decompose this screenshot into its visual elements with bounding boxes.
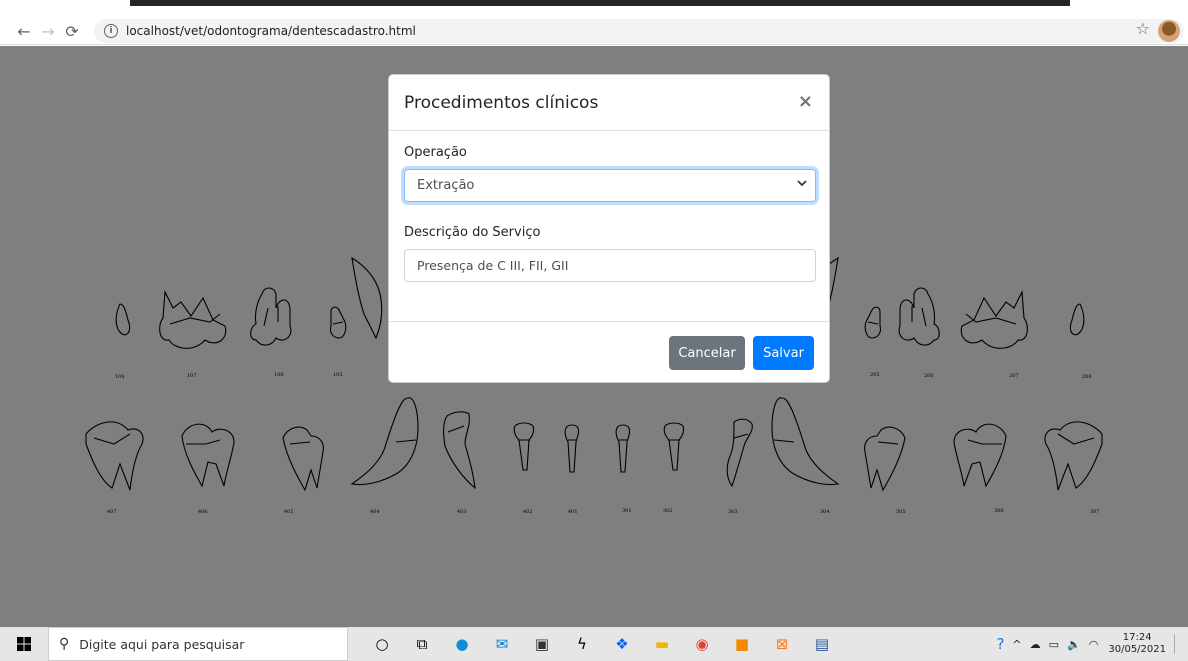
onedrive-icon[interactable]: ☁: [1030, 638, 1041, 651]
modal-footer: Cancelar Salvar: [389, 322, 829, 384]
cancel-button[interactable]: Cancelar: [669, 336, 745, 370]
xampp-icon[interactable]: ⊠: [762, 627, 802, 661]
descricao-value: Presença de C III, FII, GII: [417, 258, 569, 273]
close-icon[interactable]: ×: [798, 91, 813, 112]
cortana-icon[interactable]: ○: [362, 627, 402, 661]
help-icon[interactable]: ?: [996, 635, 1004, 653]
clock[interactable]: 17:24 30/05/2021: [1108, 632, 1166, 656]
save-button[interactable]: Salvar: [753, 336, 814, 370]
operacao-select[interactable]: Extração: [404, 169, 816, 202]
chrome-icon[interactable]: ◉: [682, 627, 722, 661]
chevron-down-icon: [797, 178, 807, 191]
file-explorer-icon[interactable]: ▬: [642, 627, 682, 661]
bookmark-star-icon[interactable]: ☆: [1136, 19, 1150, 38]
modal-header: Procedimentos clínicos ×: [389, 75, 829, 131]
notifications-icon[interactable]: [1174, 634, 1186, 654]
windows-start-icon[interactable]: [0, 637, 48, 651]
word-icon[interactable]: ▤: [802, 627, 842, 661]
chevron-up-icon[interactable]: ^: [1012, 638, 1021, 651]
app-orange-icon[interactable]: ■: [722, 627, 762, 661]
descricao-input[interactable]: Presença de C III, FII, GII: [404, 249, 816, 282]
volume-icon[interactable]: 🔈: [1067, 638, 1081, 651]
edge-icon[interactable]: ●: [442, 627, 482, 661]
taskbar-search[interactable]: ⚲ Digite aqui para pesquisar: [48, 627, 348, 661]
task-view-icon[interactable]: ⧉: [402, 627, 442, 661]
back-arrow-icon[interactable]: ←: [12, 19, 36, 43]
info-icon[interactable]: i: [104, 24, 118, 38]
operacao-selected-value: Extração: [417, 178, 475, 193]
mail-icon[interactable]: ✉: [482, 627, 522, 661]
url-text: localhost/vet/odontograma/dentescadastro…: [126, 24, 416, 38]
operacao-label: Operação: [404, 145, 467, 160]
reload-icon[interactable]: ⟳: [60, 19, 84, 43]
profile-avatar[interactable]: [1158, 20, 1180, 42]
cropped-slide-title: [0, 0, 1188, 18]
wifi-icon[interactable]: ◠: [1089, 638, 1099, 651]
clock-time: 17:24: [1122, 632, 1152, 643]
top-strip: [0, 0, 1188, 18]
modal-body: Operação Extração Descrição do Serviço P…: [389, 131, 829, 322]
system-tray: ? ^ ☁ ▭ 🔈 ◠ 17:24 30/05/2021: [992, 627, 1188, 661]
page-content: 108 107 106 105 205 206 207 208 407 406 …: [0, 46, 1188, 627]
search-placeholder: Digite aqui para pesquisar: [79, 636, 245, 652]
address-bar[interactable]: i localhost/vet/odontograma/dentescadast…: [94, 19, 1184, 43]
modal-title: Procedimentos clínicos: [404, 92, 599, 113]
battery-icon[interactable]: ▭: [1049, 638, 1059, 651]
clock-date: 30/05/2021: [1108, 644, 1166, 655]
forward-arrow-icon[interactable]: →: [36, 19, 60, 43]
windows-taskbar: ⚲ Digite aqui para pesquisar ○ ⧉ ● ✉ ▣ ϟ…: [0, 627, 1188, 661]
app-icon[interactable]: ϟ: [562, 627, 602, 661]
store-icon[interactable]: ▣: [522, 627, 562, 661]
search-icon: ⚲: [59, 636, 70, 652]
procedures-modal: Procedimentos clínicos × Operação Extraç…: [388, 74, 830, 383]
browser-toolbar: ← → ⟳ i localhost/vet/odontograma/dentes…: [0, 18, 1188, 45]
descricao-label: Descrição do Serviço: [404, 225, 541, 240]
dropbox-icon[interactable]: ❖: [602, 627, 642, 661]
